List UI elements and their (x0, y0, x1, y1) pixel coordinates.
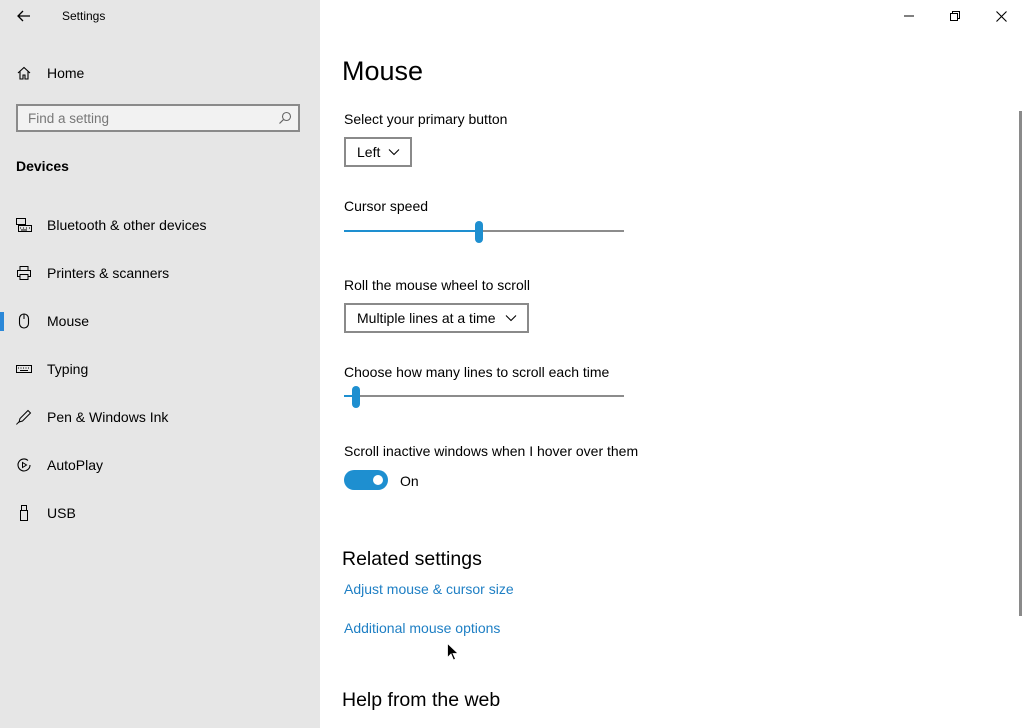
close-icon (995, 10, 1007, 22)
sidebar-item-label: USB (47, 505, 76, 521)
slider-fill (344, 230, 479, 232)
sidebar-item-pen[interactable]: Pen & Windows Ink (0, 397, 320, 437)
app-title: Settings (62, 9, 106, 23)
back-button[interactable] (12, 5, 36, 27)
slider-thumb[interactable] (475, 221, 483, 243)
restore-icon (950, 11, 960, 21)
lines-to-scroll-slider[interactable] (344, 386, 624, 408)
sidebar: Settings Home Find a setting Devices Blu… (0, 0, 320, 728)
pen-icon (16, 409, 32, 425)
wheel-scroll-label: Roll the mouse wheel to scroll (344, 277, 530, 293)
lines-to-scroll-label: Choose how many lines to scroll each tim… (344, 364, 610, 380)
sidebar-item-label: Typing (47, 361, 89, 377)
close-button[interactable] (978, 0, 1024, 32)
autoplay-icon (17, 458, 31, 472)
page-title: Mouse (342, 56, 424, 86)
sidebar-item-printers[interactable]: Printers & scanners (0, 253, 320, 293)
back-arrow-icon (17, 10, 30, 22)
sidebar-item-mouse[interactable]: Mouse (0, 301, 320, 341)
scroll-inactive-toggle[interactable] (344, 470, 388, 490)
toggle-knob (373, 475, 383, 485)
help-from-web-title: Help from the web (342, 689, 501, 711)
minimize-button[interactable] (886, 0, 932, 32)
mouse-icon (18, 313, 30, 329)
sidebar-item-usb[interactable]: USB (0, 493, 320, 533)
cursor-speed-slider[interactable] (344, 221, 624, 243)
sidebar-item-autoplay[interactable]: AutoPlay (0, 445, 320, 485)
sidebar-item-label: Bluetooth & other devices (47, 217, 207, 233)
additional-mouse-options-link[interactable]: Additional mouse options (344, 620, 500, 636)
sidebar-item-typing[interactable]: Typing (0, 349, 320, 389)
cursor-speed-label: Cursor speed (344, 198, 429, 214)
keyboard-icon (16, 365, 32, 373)
usb-icon (20, 505, 28, 521)
sidebar-item-bluetooth[interactable]: Bluetooth & other devices (0, 205, 320, 245)
primary-button-value: Left (357, 144, 381, 160)
home-icon (17, 66, 31, 80)
restore-button[interactable] (932, 0, 978, 32)
slider-thumb[interactable] (352, 386, 360, 408)
search-input[interactable]: Find a setting (16, 104, 300, 132)
nav-home[interactable]: Home (16, 62, 84, 84)
slider-track (344, 395, 624, 397)
chevron-down-icon (388, 149, 400, 156)
related-settings-title: Related settings (342, 548, 482, 570)
primary-button-dropdown[interactable]: Left (344, 137, 412, 167)
bluetooth-keyboard-icon (16, 218, 32, 232)
wheel-scroll-value: Multiple lines at a time (357, 310, 496, 326)
home-label: Home (47, 65, 85, 81)
search-placeholder: Find a setting (28, 111, 110, 126)
section-title: Devices (16, 158, 69, 174)
minimize-icon (904, 15, 914, 17)
adjust-cursor-size-link[interactable]: Adjust mouse & cursor size (344, 581, 514, 597)
chevron-down-icon (505, 315, 517, 322)
sidebar-item-label: AutoPlay (47, 457, 104, 473)
sidebar-item-label: Pen & Windows Ink (47, 409, 169, 425)
sidebar-item-label: Mouse (47, 313, 90, 329)
primary-button-label: Select your primary button (344, 111, 508, 127)
scroll-inactive-label: Scroll inactive windows when I hover ove… (344, 443, 639, 459)
scrollbar[interactable] (1019, 111, 1022, 616)
mouse-pointer-icon (447, 643, 458, 661)
printer-icon (17, 266, 31, 280)
sidebar-item-label: Printers & scanners (47, 265, 170, 281)
wheel-scroll-dropdown[interactable]: Multiple lines at a time (344, 303, 529, 333)
search-icon[interactable] (278, 111, 292, 125)
toggle-state-label: On (400, 473, 419, 489)
